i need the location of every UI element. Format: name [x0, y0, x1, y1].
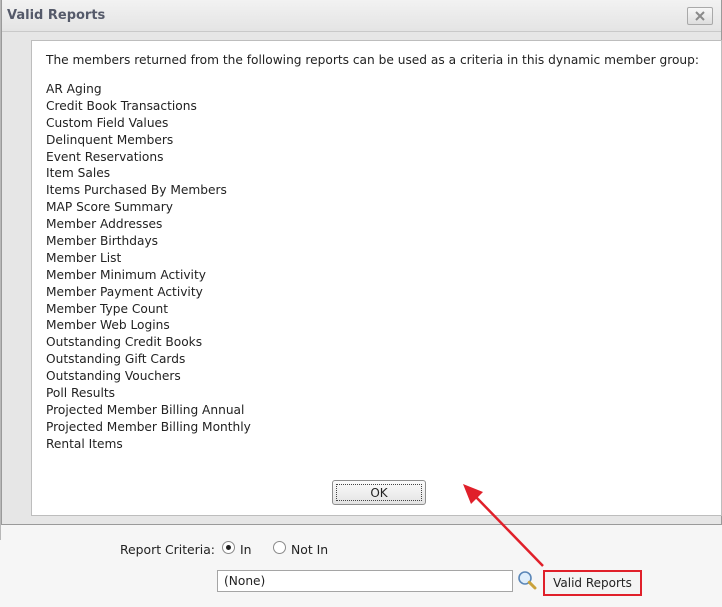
- report-list-item: Member Addresses: [46, 217, 163, 232]
- report-list-item: Items Purchased By Members: [46, 183, 227, 198]
- radio-not-in-label: Not In: [291, 542, 329, 557]
- report-list-item: MAP Score Summary: [46, 200, 173, 215]
- report-list-item: Member List: [46, 250, 122, 265]
- radio-not-in[interactable]: [273, 541, 286, 554]
- report-list-item: Member Minimum Activity: [46, 267, 206, 282]
- report-list-item: Outstanding Vouchers: [46, 369, 181, 384]
- search-icon: [518, 571, 537, 590]
- report-list-item: Member Payment Activity: [46, 284, 203, 299]
- screen: Valid Reports The members returned from …: [0, 0, 722, 607]
- report-list-item: Projected Member Billing Monthly: [46, 419, 251, 434]
- close-button[interactable]: [687, 7, 713, 25]
- report-select-input[interactable]: (None): [217, 570, 513, 592]
- valid-reports-button[interactable]: Valid Reports: [543, 570, 642, 596]
- report-list-item: Custom Field Values: [46, 115, 169, 130]
- report-criteria-label: Report Criteria:: [120, 542, 215, 557]
- radio-in-label: In: [240, 542, 252, 557]
- report-list-item: Member Birthdays: [46, 234, 159, 249]
- valid-reports-dialog: Valid Reports The members returned from …: [1, 0, 722, 525]
- ok-button[interactable]: OK: [332, 480, 426, 505]
- radio-in[interactable]: [222, 541, 235, 554]
- valid-reports-label: Valid Reports: [553, 576, 632, 590]
- report-list: AR Aging Credit Book Transactions Custom F…: [46, 81, 251, 453]
- report-list-item: Delinquent Members: [46, 132, 174, 147]
- report-list-item: Outstanding Gift Cards: [46, 352, 186, 367]
- dialog-title: Valid Reports: [7, 8, 106, 23]
- report-list-item: Rental Items: [46, 436, 123, 451]
- report-list-item: Member Web Logins: [46, 318, 170, 333]
- intro-text: The members returned from the following …: [46, 53, 699, 67]
- report-list-item: Credit Book Transactions: [46, 98, 197, 113]
- report-list-item: Outstanding Credit Books: [46, 335, 203, 350]
- report-list-item: AR Aging: [46, 82, 102, 96]
- focus-ring: [336, 484, 422, 501]
- report-list-item: Poll Results: [46, 386, 116, 401]
- report-list-item: Item Sales: [46, 166, 111, 181]
- close-icon: [695, 11, 705, 21]
- report-list-item: Member Type Count: [46, 301, 169, 316]
- report-list-item: Projected Member Billing Annual: [46, 402, 245, 417]
- report-list-item: Event Reservations: [46, 149, 164, 164]
- annotation-arrow: [463, 484, 544, 567]
- dialog-content: The members returned from the following …: [31, 40, 722, 516]
- search-button[interactable]: [516, 569, 538, 591]
- dialog-titlebar: Valid Reports: [2, 0, 721, 32]
